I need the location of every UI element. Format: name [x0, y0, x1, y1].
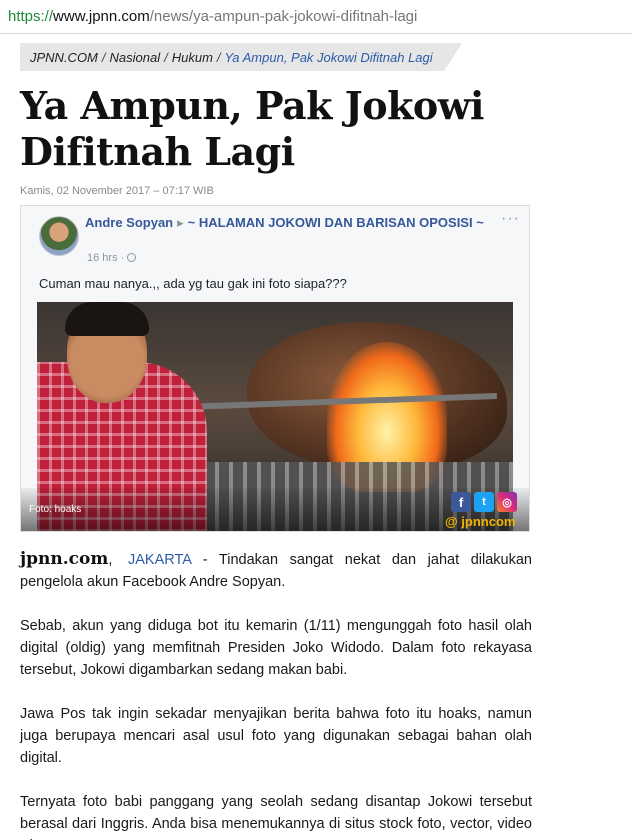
city-link[interactable]: JAKARTA: [128, 552, 191, 568]
man-hair: [65, 302, 149, 336]
fb-post-text: Cuman mau nanya.,, ada yg tau gak ini fo…: [39, 276, 347, 291]
twitter-icon[interactable]: t: [474, 492, 494, 512]
article-image: Andre Sopyan ▸ ~ HALAMAN JOKOWI DAN BARISA…: [20, 205, 530, 532]
fb-arrow-icon: ▸: [177, 215, 184, 230]
globe-icon: [127, 253, 137, 262]
social-share: f t ◎: [451, 492, 517, 512]
breadcrumb-current-article[interactable]: Ya Ampun, Pak Jokowi Difitnah Lagi: [225, 50, 433, 65]
article-body: jpnn.com, JAKARTA - Tindakan sangat neka…: [20, 548, 532, 840]
fb-post-time: 16 hrs ·: [87, 252, 137, 264]
article-paragraph: Jawa Pos tak ingin sekadar menyajikan be…: [20, 706, 532, 766]
breadcrumb-separator: /: [164, 49, 168, 65]
url-host: www.jpnn.com: [53, 8, 150, 25]
source-name: jpnn.com: [20, 549, 109, 569]
article-paragraph: Sebab, akun yang diduga bot itu kemarin …: [20, 618, 532, 678]
article-dateline: Kamis, 02 November 2017 – 07:17 WIB: [20, 185, 214, 197]
address-bar[interactable]: https://www.jpnn.com/news/ya-ampun-pak-j…: [0, 0, 632, 34]
more-options-icon: ···: [501, 210, 520, 227]
avatar: [39, 216, 79, 256]
breadcrumb: JPNN.COM / Nasional / Hukum / Ya Ampun, …: [20, 43, 462, 71]
breadcrumb-separator: /: [216, 49, 221, 65]
breadcrumb-hukum-link[interactable]: Hukum: [172, 50, 213, 65]
instagram-icon[interactable]: ◎: [497, 492, 517, 512]
lead-paragraph: jpnn.com, JAKARTA - Tindakan sangat neka…: [20, 548, 532, 593]
photo-caption: Foto: hoaks: [29, 504, 82, 515]
fb-group-name: ~ HALAMAN JOKOWI DAN BARISAN OPOSISI ~: [187, 215, 484, 230]
article-paragraph: Ternyata foto babi panggang yang seolah …: [20, 794, 532, 840]
facebook-icon[interactable]: f: [451, 492, 471, 512]
breadcrumb-nasional-link[interactable]: Nasional: [110, 50, 161, 65]
fb-author-name: Andre Sopyan: [85, 215, 174, 230]
breadcrumb-home-link[interactable]: JPNN.COM: [30, 50, 98, 65]
fb-post-header: Andre Sopyan ▸ ~ HALAMAN JOKOWI DAN BARISA…: [85, 214, 495, 231]
breadcrumb-separator: /: [101, 49, 106, 65]
fb-post-time-text: 16 hrs ·: [87, 252, 125, 264]
source-separator: ,: [108, 552, 113, 568]
watermark-handle: @ jpnncom: [445, 514, 516, 529]
url-scheme: https://: [8, 8, 54, 25]
url-path: /news/ya-ampun-pak-jokowi-difitnah-lagi: [149, 8, 418, 25]
page-title: Ya Ampun, Pak Jokowi Difitnah Lagi: [20, 83, 484, 174]
